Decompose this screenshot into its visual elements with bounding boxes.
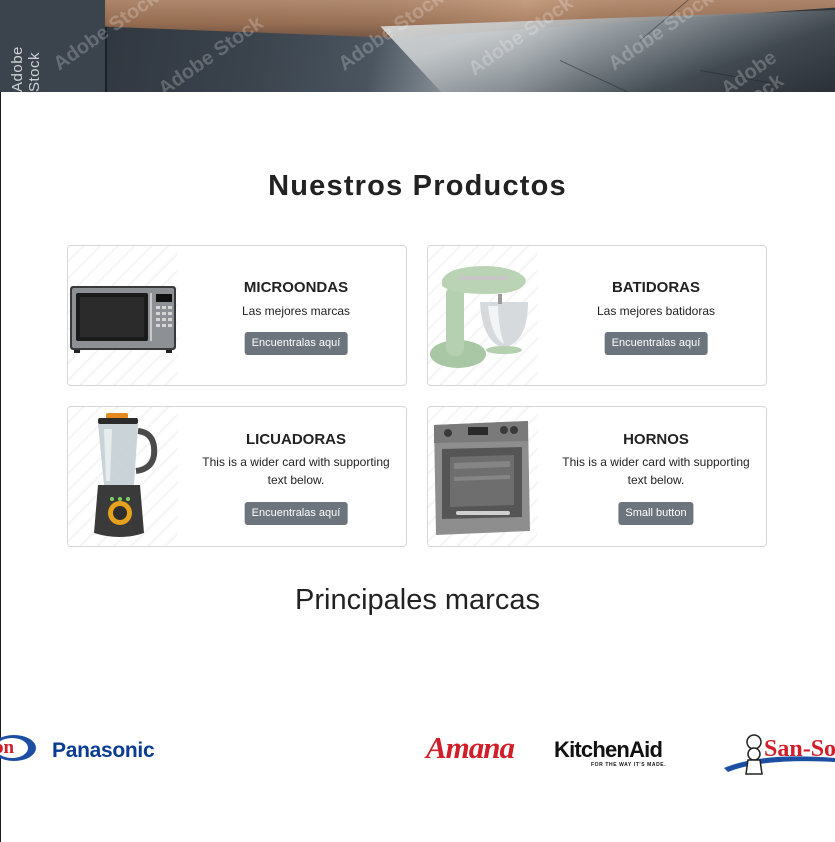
brand-logo-on[interactable]: on	[0, 732, 38, 764]
brands-section-title: Principales marcas	[295, 584, 540, 616]
find-licuadoras-button[interactable]: Encuentralas aquí	[244, 502, 348, 525]
brand-logo-sanson[interactable]: San-So	[722, 728, 835, 780]
card-title: MICROONDAS	[243, 279, 349, 296]
brand-logo-amana[interactable]: Amana	[426, 730, 515, 766]
brand-logo-kitchenaid[interactable]: KitchenAid FOR THE WAY IT'S MADE.	[554, 738, 714, 770]
product-card-licuadoras: LICUADORAS This is a wider card with sup…	[67, 406, 407, 547]
stand-mixer-image	[428, 246, 538, 385]
card-text: Las mejores batidoras	[596, 304, 716, 318]
microwave-image	[68, 246, 178, 385]
brand-logo-kitchenaid-text: KitchenAid	[554, 737, 663, 762]
oven-image	[428, 407, 538, 546]
find-batidoras-button[interactable]: Encuentralas aquí	[604, 332, 708, 355]
product-card-microondas: MICROONDAS Las mejores marcas Encuentral…	[67, 245, 407, 386]
card-title: HORNOS	[623, 431, 689, 448]
hero-banner-image: Adobe Stock Adobe Stock Adobe Stock Adob…	[0, 0, 835, 92]
find-microondas-button[interactable]: Encuentralas aquí	[244, 332, 348, 355]
small-button[interactable]: Small button	[618, 502, 694, 525]
hero-watermark-side: Adobe Stock	[9, 46, 43, 92]
brand-logo-on-text: on	[0, 737, 15, 758]
product-card-batidoras: BATIDORAS Las mejores batidoras Encuentr…	[427, 245, 767, 386]
blender-image	[68, 407, 178, 546]
left-border	[0, 0, 1, 842]
brand-logo-kitchenaid-tagline: FOR THE WAY IT'S MADE.	[591, 762, 667, 768]
products-section-title: Nuestros Productos	[268, 170, 567, 202]
card-title: BATIDORAS	[611, 279, 701, 296]
card-text: This is a wider card with supporting tex…	[562, 455, 750, 487]
card-text: This is a wider card with supporting tex…	[202, 455, 390, 487]
card-text: Las mejores marcas	[241, 304, 351, 318]
brand-logo-panasonic[interactable]: Panasonic	[52, 739, 155, 763]
product-card-hornos: HORNOS This is a wider card with support…	[427, 406, 767, 547]
card-title: LICUADORAS	[246, 431, 346, 448]
brand-logo-sanson-text: San-So	[764, 736, 835, 762]
